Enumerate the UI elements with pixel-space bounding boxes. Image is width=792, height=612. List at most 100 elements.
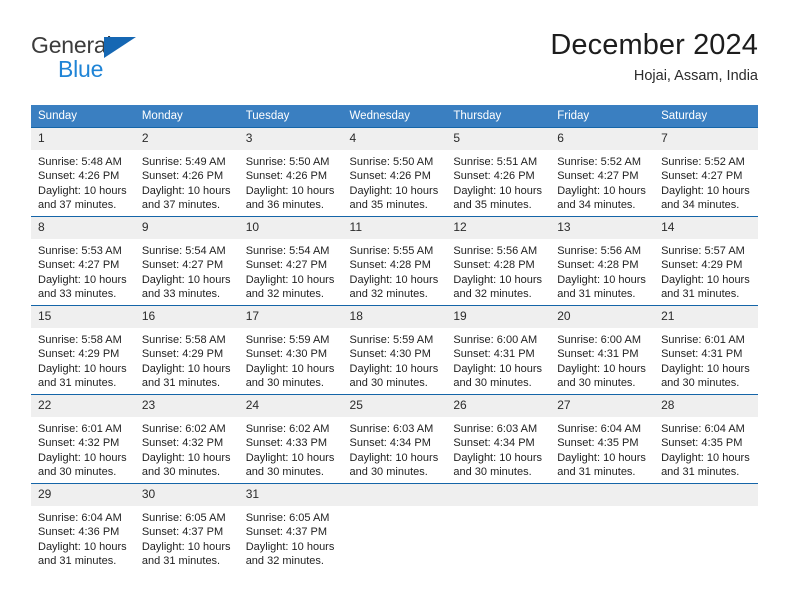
sunset-text: Sunset: 4:27 PM (141, 259, 224, 272)
day-details: Sunrise: 5:51 AM Sunset: 4:26 PM Daylight:… (446, 150, 550, 213)
day-number: 13 (550, 217, 655, 239)
sunset-text: Sunset: 4:37 PM (141, 526, 224, 539)
day-number: 22 (31, 395, 135, 417)
sunrise-text: Sunrise: 5:59 AM (245, 334, 330, 346)
daylight-text: Daylight: 10 hours (349, 184, 439, 197)
daylight-text: and 31 minutes. (557, 288, 636, 301)
title-block: December 2024 Hojai, Assam, India (550, 28, 758, 85)
daylight-text: and 30 minutes. (349, 377, 428, 390)
weekday-header-row: Sunday Monday Tuesday Wednesday Thursday… (31, 105, 758, 128)
daylight-text: and 35 minutes. (349, 199, 428, 212)
location-subtitle: Hojai, Assam, India (633, 68, 758, 84)
calendar-day-cell[interactable]: 9 Sunrise: 5:54 AM Sunset: 4:27 PM Daylight… (134, 216, 239, 306)
day-details: Sunrise: 6:04 AM Sunset: 4:35 PM Daylight:… (550, 417, 654, 480)
daylight-text: and 32 minutes. (349, 288, 428, 301)
calendar-day-cell[interactable]: 26 Sunrise: 6:03 AM Sunset: 4:34 PM Dayligh… (446, 394, 551, 484)
day-number: 14 (654, 217, 758, 239)
calendar-day-cell[interactable]: 4 Sunrise: 5:50 AM Sunset: 4:26 PM Daylight… (342, 127, 447, 217)
day-number: 16 (134, 306, 239, 328)
calendar-day-cell[interactable]: 6 Sunrise: 5:52 AM Sunset: 4:27 PM Daylight… (550, 127, 655, 217)
sunset-text: Sunset: 4:29 PM (141, 348, 224, 361)
calendar-day-cell[interactable]: 17 Sunrise: 5:59 AM Sunset: 4:30 PM Dayligh… (238, 305, 343, 395)
calendar-day-cell[interactable]: 25 Sunrise: 6:03 AM Sunset: 4:34 PM Dayligh… (342, 394, 447, 484)
daylight-text: Daylight: 10 hours (141, 540, 231, 553)
calendar-day-cell[interactable]: 19 Sunrise: 6:00 AM Sunset: 4:31 PM Dayligh… (446, 305, 551, 395)
daylight-text: Daylight: 10 hours (661, 273, 750, 286)
sunrise-text: Sunrise: 6:05 AM (245, 512, 330, 524)
calendar-day-cell[interactable]: 27 Sunrise: 6:04 AM Sunset: 4:35 PM Dayligh… (550, 394, 655, 484)
calendar-day-cell[interactable]: 2 Sunrise: 5:49 AM Sunset: 4:26 PM Daylight… (134, 127, 239, 217)
daylight-text: Daylight: 10 hours (245, 362, 335, 375)
day-number: 3 (238, 128, 343, 150)
sunset-text: Sunset: 4:28 PM (453, 259, 535, 272)
daylight-text: and 30 minutes. (453, 466, 532, 479)
daylight-text: and 37 minutes. (141, 199, 221, 212)
day-number: 26 (446, 395, 551, 417)
day-details: Sunrise: 5:58 AM Sunset: 4:29 PM Daylight:… (31, 328, 135, 391)
day-number (654, 484, 758, 506)
day-details: Sunrise: 6:02 AM Sunset: 4:32 PM Daylight:… (135, 417, 239, 480)
daylight-text: and 30 minutes. (245, 377, 324, 390)
day-details: Sunrise: 5:58 AM Sunset: 4:29 PM Daylight:… (135, 328, 239, 391)
calendar-day-cell[interactable]: 1 Sunrise: 5:48 AM Sunset: 4:26 PM Daylight… (31, 127, 135, 217)
calendar-day-cell[interactable]: 28 Sunrise: 6:04 AM Sunset: 4:35 PM Dayligh… (654, 394, 758, 484)
weekday-header-saturday: Saturday (654, 105, 758, 128)
sunrise-text: Sunrise: 6:03 AM (349, 423, 434, 435)
sunset-text: Sunset: 4:35 PM (661, 437, 743, 450)
daylight-text: and 32 minutes. (453, 288, 532, 301)
sunset-text: Sunset: 4:36 PM (38, 526, 120, 539)
calendar-day-cell[interactable]: 3 Sunrise: 5:50 AM Sunset: 4:26 PM Daylight… (238, 127, 343, 217)
daylight-text: and 30 minutes. (661, 377, 740, 390)
calendar-day-cell-empty (446, 483, 551, 573)
calendar-day-cell[interactable]: 29 Sunrise: 6:04 AM Sunset: 4:36 PM Dayligh… (31, 483, 135, 573)
daylight-text: Daylight: 10 hours (557, 273, 646, 286)
sunrise-text: Sunrise: 5:50 AM (349, 156, 434, 168)
calendar-day-cell[interactable]: 5 Sunrise: 5:51 AM Sunset: 4:26 PM Daylight… (446, 127, 551, 217)
daylight-text: Daylight: 10 hours (453, 362, 543, 375)
triangle-icon (104, 37, 136, 58)
calendar-day-cell[interactable]: 31 Sunrise: 6:05 AM Sunset: 4:37 PM Dayligh… (238, 483, 343, 573)
day-details: Sunrise: 5:52 AM Sunset: 4:27 PM Daylight:… (654, 150, 758, 213)
calendar-day-cell[interactable]: 16 Sunrise: 5:58 AM Sunset: 4:29 PM Dayligh… (134, 305, 239, 395)
calendar-day-cell-empty (550, 483, 655, 573)
calendar-day-cell[interactable]: 20 Sunrise: 6:00 AM Sunset: 4:31 PM Dayligh… (550, 305, 655, 395)
calendar-day-cell[interactable]: 15 Sunrise: 5:58 AM Sunset: 4:29 PM Dayligh… (31, 305, 135, 395)
calendar-day-cell[interactable]: 11 Sunrise: 5:55 AM Sunset: 4:28 PM Dayligh… (342, 216, 447, 306)
sunset-text: Sunset: 4:31 PM (453, 348, 535, 361)
calendar-day-cell[interactable]: 23 Sunrise: 6:02 AM Sunset: 4:32 PM Dayligh… (134, 394, 239, 484)
daylight-text: and 30 minutes. (557, 377, 636, 390)
calendar-day-cell[interactable]: 7 Sunrise: 5:52 AM Sunset: 4:27 PM Daylight… (654, 127, 758, 217)
day-details: Sunrise: 5:54 AM Sunset: 4:27 PM Daylight:… (135, 239, 239, 302)
calendar-day-cell-empty (654, 483, 758, 573)
daylight-text: Daylight: 10 hours (38, 273, 127, 286)
daylight-text: Daylight: 10 hours (245, 184, 335, 197)
day-details (654, 506, 758, 511)
calendar-day-cell[interactable]: 13 Sunrise: 5:56 AM Sunset: 4:28 PM Dayligh… (550, 216, 655, 306)
calendar-week-row: 29 Sunrise: 6:04 AM Sunset: 4:36 PM Dayligh… (31, 483, 758, 573)
calendar-day-cell[interactable]: 21 Sunrise: 6:01 AM Sunset: 4:31 PM Dayligh… (654, 305, 758, 395)
sunrise-text: Sunrise: 5:54 AM (141, 245, 226, 257)
daylight-text: Daylight: 10 hours (661, 451, 750, 464)
logo-text-general: General (31, 32, 112, 58)
sunrise-text: Sunrise: 6:00 AM (557, 334, 641, 346)
calendar-day-cell[interactable]: 14 Sunrise: 5:57 AM Sunset: 4:29 PM Dayligh… (654, 216, 758, 306)
calendar-day-cell[interactable]: 10 Sunrise: 5:54 AM Sunset: 4:27 PM Dayligh… (238, 216, 343, 306)
sunrise-text: Sunrise: 6:03 AM (453, 423, 538, 435)
day-number: 11 (342, 217, 447, 239)
calendar-day-cell[interactable]: 24 Sunrise: 6:02 AM Sunset: 4:33 PM Dayligh… (238, 394, 343, 484)
sunset-text: Sunset: 4:29 PM (38, 348, 120, 361)
day-number: 10 (238, 217, 343, 239)
day-details: Sunrise: 5:59 AM Sunset: 4:30 PM Daylight:… (343, 328, 447, 391)
sunset-text: Sunset: 4:33 PM (245, 437, 328, 450)
calendar-day-cell[interactable]: 22 Sunrise: 6:01 AM Sunset: 4:32 PM Dayligh… (31, 394, 135, 484)
calendar-day-cell[interactable]: 8 Sunrise: 5:53 AM Sunset: 4:27 PM Daylight… (31, 216, 135, 306)
calendar-day-cell[interactable]: 18 Sunrise: 5:59 AM Sunset: 4:30 PM Dayligh… (342, 305, 447, 395)
sunrise-text: Sunrise: 6:01 AM (661, 334, 745, 346)
day-details: Sunrise: 5:50 AM Sunset: 4:26 PM Daylight:… (239, 150, 343, 213)
sunrise-text: Sunrise: 6:01 AM (38, 423, 122, 435)
calendar-day-cell[interactable]: 30 Sunrise: 6:05 AM Sunset: 4:37 PM Dayligh… (134, 483, 239, 573)
sunrise-text: Sunrise: 6:02 AM (245, 423, 330, 435)
calendar-day-cell[interactable]: 12 Sunrise: 5:56 AM Sunset: 4:28 PM Dayligh… (446, 216, 551, 306)
sunset-text: Sunset: 4:26 PM (38, 170, 120, 183)
day-number: 24 (238, 395, 343, 417)
